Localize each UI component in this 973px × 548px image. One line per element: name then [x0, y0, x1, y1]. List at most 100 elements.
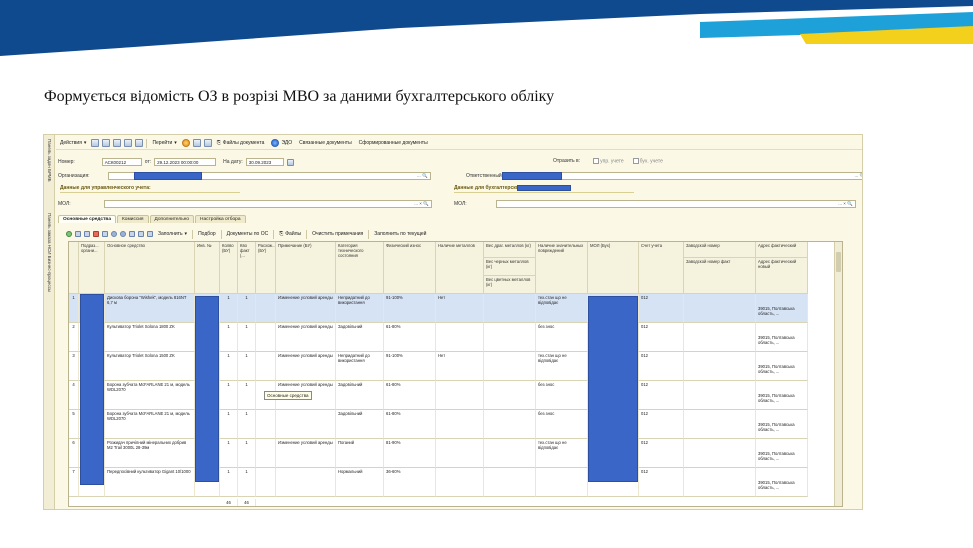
tab-filter-settings[interactable]: Настройка отбора — [195, 215, 246, 223]
row-number-cell[interactable]: 3 — [69, 352, 79, 381]
note-bu-cell[interactable]: Изменение условий аренды — [276, 439, 336, 468]
qty-fact-cell[interactable]: 1 — [238, 381, 256, 410]
copy-row-icon[interactable] — [75, 231, 81, 237]
delete-row-icon[interactable] — [93, 231, 99, 237]
tech-category-cell[interactable]: Задовільний — [336, 381, 384, 410]
damage-cell[interactable]: тех.стан що не відповідає — [536, 294, 588, 323]
address-fact-cell[interactable]: 39015, Полтавська область, ... — [756, 381, 808, 410]
calendar-icon[interactable] — [286, 158, 294, 166]
qty-fact-cell[interactable]: 1 — [238, 410, 256, 439]
address-fact-cell[interactable]: 39015, Полтавська область, ... — [756, 439, 808, 468]
qty-bu-cell[interactable]: 1 — [220, 294, 238, 323]
tech-category-cell[interactable]: Задовільний — [336, 323, 384, 352]
qty-bu-cell[interactable]: 1 — [220, 323, 238, 352]
phys-wear-cell[interactable]: 61-80% — [384, 323, 436, 352]
qty-bu-cell[interactable]: 1 — [220, 410, 238, 439]
metals-cell[interactable] — [436, 439, 484, 468]
vertical-scrollbar[interactable] — [834, 242, 842, 506]
factory-number-cell[interactable] — [684, 410, 756, 439]
qty-fact-cell[interactable]: 1 — [238, 323, 256, 352]
diff-bu-cell[interactable] — [256, 410, 276, 439]
side-panel-label-tasks[interactable]: Панель задач БРМБ — [45, 139, 53, 182]
qty-bu-cell[interactable]: 1 — [220, 352, 238, 381]
note-bu-cell[interactable]: Изменение условий аренды — [276, 323, 336, 352]
move-down-icon[interactable] — [120, 231, 126, 237]
fill-menu-button[interactable]: Заполнить ▾ — [156, 230, 189, 238]
number-input[interactable]: АСК00212 — [101, 158, 142, 166]
table-icon[interactable] — [203, 139, 212, 147]
account-cell[interactable]: 012 — [639, 381, 684, 410]
structure-icon[interactable] — [135, 139, 144, 147]
column-header-fixed-asset[interactable]: Основное средство — [105, 242, 195, 294]
precious-metals-cell[interactable] — [484, 381, 536, 410]
column-header-black-metals[interactable]: Вес черных металлов (кг) — [484, 258, 536, 276]
factory-number-cell[interactable] — [684, 352, 756, 381]
damage-cell[interactable]: тех.стан що не відповідає — [536, 352, 588, 381]
metals-cell[interactable] — [436, 410, 484, 439]
mol-left-input[interactable]: ... × 🔍 — [103, 200, 432, 208]
address-fact-cell[interactable]: 39015, Полтавська область, ... — [756, 468, 808, 497]
row-number-cell[interactable]: 7 — [69, 468, 79, 497]
list-icon[interactable] — [192, 139, 201, 147]
address-fact-cell[interactable]: 39015, Полтавська область, ... — [756, 294, 808, 323]
add-row-icon[interactable] — [66, 231, 72, 237]
files-button[interactable]: ⎘ Файлы — [277, 230, 303, 238]
qty-fact-cell[interactable]: 1 — [238, 294, 256, 323]
sort-asc-icon[interactable] — [129, 231, 135, 237]
fixed-asset-cell[interactable]: Розкидач причіпний мінеральних добрив M2… — [105, 439, 195, 468]
row-number-cell[interactable]: 4 — [69, 381, 79, 410]
precious-metals-cell[interactable] — [484, 294, 536, 323]
qty-bu-cell[interactable]: 1 — [220, 439, 238, 468]
qty-bu-cell[interactable]: 1 — [220, 468, 238, 497]
row-number-cell[interactable]: 1 — [69, 294, 79, 323]
mgmt-acc-checkbox[interactable]: упр. учете — [593, 158, 624, 164]
fixed-assets-grid[interactable]: Подраз... органи... Основное средство Инв.… — [68, 241, 843, 507]
column-header-damage[interactable]: Наличие значительных повреждений — [536, 242, 588, 294]
select-button[interactable]: ... 🔍 — [855, 173, 863, 179]
diff-bu-cell[interactable] — [256, 294, 276, 323]
mol-right-input[interactable]: ... × 🔍 — [495, 200, 856, 208]
note-bu-cell[interactable]: Изменение условий аренды — [276, 352, 336, 381]
damage-cell[interactable]: без знос — [536, 381, 588, 410]
tab-fixed-assets[interactable]: Основные средства — [58, 215, 116, 223]
qty-fact-cell[interactable]: 1 — [238, 439, 256, 468]
phys-wear-cell[interactable]: 91-100% — [384, 352, 436, 381]
column-header-color-metals[interactable]: Вес цветных металлов (кг) — [484, 276, 536, 294]
factory-number-cell[interactable] — [684, 294, 756, 323]
address-fact-cell[interactable]: 39015, Полтавська область, ... — [756, 352, 808, 381]
edit-row-icon[interactable] — [84, 231, 90, 237]
factory-number-cell[interactable] — [684, 439, 756, 468]
table-settings-icon[interactable] — [147, 231, 153, 237]
note-bu-cell[interactable] — [276, 410, 336, 439]
tech-category-cell[interactable]: Нормальний — [336, 468, 384, 497]
date-from-input[interactable]: 29.12.2023 00:00:00 — [154, 158, 217, 166]
scroll-thumb[interactable] — [836, 252, 841, 272]
side-panel-label-processes[interactable]: Панель заказа НСИ Бизнес-процессы — [45, 213, 53, 292]
column-header-metals[interactable]: Наличие металлов — [436, 242, 484, 294]
column-header-subdivision[interactable]: Подраз... органи... — [79, 242, 105, 294]
goto-menu-button[interactable]: Перейти ▾ — [150, 139, 178, 147]
precious-metals-cell[interactable] — [484, 410, 536, 439]
column-header-tech-category[interactable]: Категория технического состояния — [336, 242, 384, 294]
damage-cell[interactable]: без знос — [536, 410, 588, 439]
phys-wear-cell[interactable]: 61-80% — [384, 381, 436, 410]
note-bu-cell[interactable] — [276, 468, 336, 497]
account-cell[interactable]: 012 — [639, 323, 684, 352]
precious-metals-cell[interactable] — [484, 468, 536, 497]
pick-button[interactable]: Подбор — [196, 230, 218, 238]
damage-cell[interactable]: без знос — [536, 323, 588, 352]
column-header-factory-fact[interactable]: Заводской номер факт — [684, 258, 756, 294]
qty-fact-cell[interactable]: 1 — [238, 468, 256, 497]
tech-category-cell[interactable]: Непридатний до використання — [336, 352, 384, 381]
qty-bu-cell[interactable]: 1 — [220, 381, 238, 410]
column-header-qty-bu[interactable]: Колво (БУ) — [220, 242, 238, 294]
on-date-input[interactable]: 30.09.2023 — [245, 158, 284, 166]
column-header-inv-number[interactable]: Инв. № — [195, 242, 220, 294]
fixed-asset-cell[interactable]: Борона зубчата McFARLANE 21 м, модель WD… — [105, 410, 195, 439]
column-header-address-new[interactable]: Адрес фактический новый — [756, 258, 808, 294]
tab-additional[interactable]: Дополнительно — [149, 215, 195, 223]
damage-cell[interactable]: тех.стан що не відповідає — [536, 439, 588, 468]
account-cell[interactable]: 012 — [639, 410, 684, 439]
account-cell[interactable]: 012 — [639, 352, 684, 381]
move-up-icon[interactable] — [111, 231, 117, 237]
